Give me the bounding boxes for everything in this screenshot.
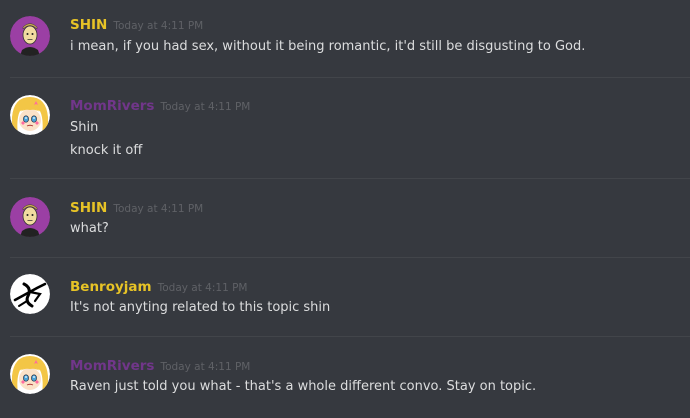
message-author[interactable]: Benroyjam [70,279,152,295]
message-text: Raven just told you what - that's a whol… [70,379,537,394]
shin-avatar-icon[interactable] [10,197,50,237]
message-text: i mean, if you had sex, without it being… [70,39,586,54]
message-author[interactable]: SHIN [70,200,107,216]
message-timestamp: Today at 4:11 PM [160,101,251,113]
message-timestamp: Today at 4:11 PM [157,282,248,294]
benroyjam-avatar-icon[interactable] [10,274,50,314]
message-author[interactable]: MomRivers [70,358,154,374]
chat-messages: SHIN Today at 4:11 PM i mean, if you had … [0,0,690,418]
message-timestamp: Today at 4:11 PM [113,203,204,215]
shin-avatar-icon[interactable] [10,16,50,56]
message-divider [10,77,690,78]
message-timestamp: Today at 4:11 PM [113,20,204,32]
message-divider [10,336,690,337]
message-text: knock it off [70,143,143,158]
message-author[interactable]: SHIN [70,17,107,33]
message-text: Shin [70,120,99,135]
message-divider [10,178,690,179]
momrivers-avatar-icon[interactable] [10,354,50,394]
message-divider [10,257,690,258]
message-text: It's not anyting related to this topic s… [70,300,331,315]
message-timestamp: Today at 4:11 PM [160,361,251,373]
momrivers-avatar-icon[interactable] [10,95,50,135]
message-text: what? [70,221,109,236]
message-author[interactable]: MomRivers [70,98,154,114]
